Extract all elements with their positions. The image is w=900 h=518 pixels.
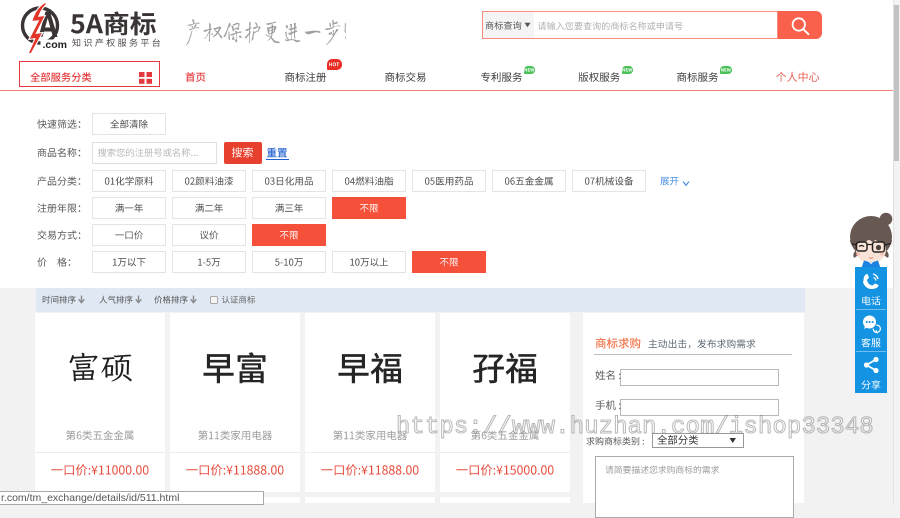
svg-text:.com: .com [43, 39, 68, 51]
